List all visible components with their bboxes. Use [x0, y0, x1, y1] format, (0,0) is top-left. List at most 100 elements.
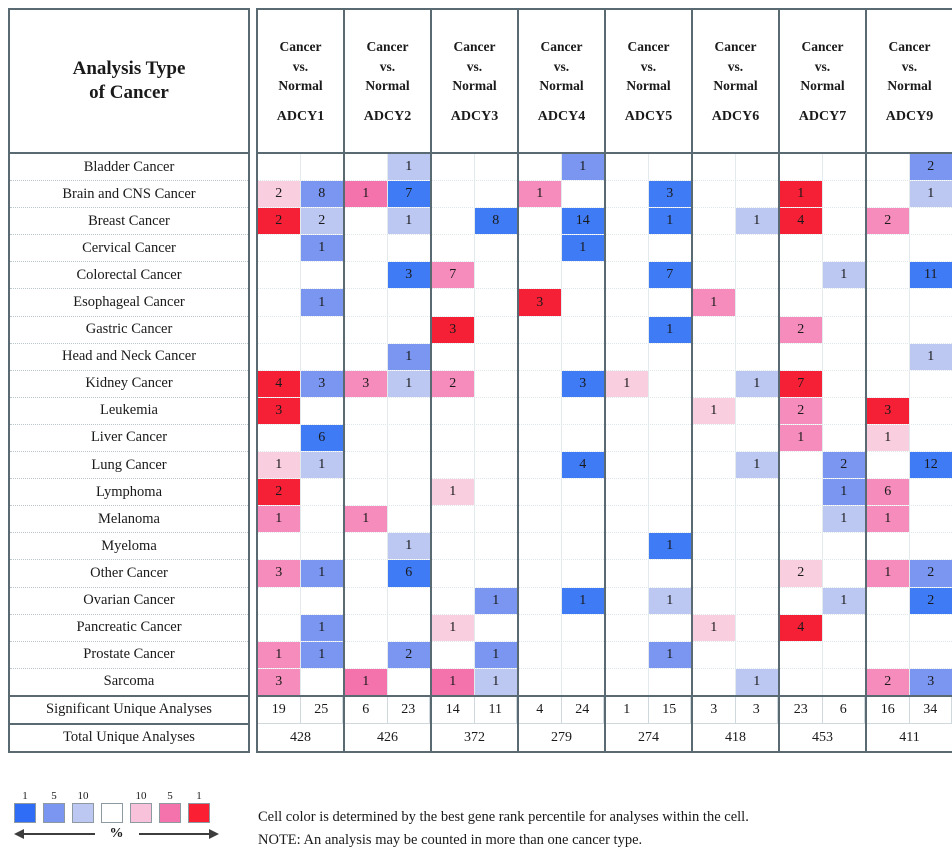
heatmap-over-cell-adcy4[interactable]	[519, 154, 562, 181]
heatmap-over-cell-adcy5[interactable]	[606, 533, 649, 560]
heatmap-cell[interactable]	[256, 532, 345, 560]
heatmap-over-cell-adcy6[interactable]	[693, 424, 736, 452]
heatmap-cell[interactable]	[517, 423, 606, 452]
heatmap-over-cell-adcy2[interactable]	[345, 316, 388, 343]
heatmap-under-cell-adcy7[interactable]	[823, 344, 866, 370]
heatmap-under-cell-adcy4[interactable]: 4	[561, 452, 604, 479]
heatmap-under-cell-adcy6[interactable]	[736, 642, 779, 668]
heatmap-under-cell-adcy6[interactable]: 1	[735, 668, 778, 695]
heatmap-over-cell-adcy3[interactable]	[432, 533, 475, 560]
heatmap-cell[interactable]	[517, 342, 606, 371]
heatmap-over-cell-adcy3[interactable]	[432, 181, 475, 208]
heatmap-cell[interactable]: 43	[256, 369, 345, 398]
heatmap-over-cell-adcy6[interactable]: 1	[693, 614, 736, 641]
heatmap-cell[interactable]	[604, 667, 693, 696]
heatmap-cell[interactable]	[865, 532, 952, 560]
gene-header-adcy1[interactable]: Cancer vs. Normal ADCY1	[256, 8, 345, 154]
heatmap-cell[interactable]	[517, 505, 606, 533]
gene-header-adcy7[interactable]: Cancer vs. Normal ADCY7	[778, 8, 867, 154]
heatmap-cell[interactable]	[430, 342, 519, 371]
heatmap-over-cell-adcy6[interactable]	[693, 587, 736, 614]
heatmap-cell[interactable]: 1	[343, 152, 432, 181]
heatmap-over-cell-adcy6[interactable]	[693, 560, 736, 587]
heatmap-cell[interactable]: 3	[517, 288, 606, 317]
heatmap-cell[interactable]	[865, 369, 952, 398]
heatmap-over-cell-adcy7[interactable]	[780, 452, 823, 479]
heatmap-under-cell-adcy9[interactable]: 11	[909, 262, 952, 289]
gene-header-adcy5[interactable]: Cancer vs. Normal ADCY5	[604, 8, 693, 154]
heatmap-over-cell-adcy2[interactable]	[345, 479, 388, 506]
heatmap-under-cell-adcy6[interactable]	[736, 289, 779, 315]
heatmap-cell[interactable]	[691, 152, 780, 181]
heatmap-cell[interactable]	[256, 315, 345, 344]
heatmap-under-cell-adcy7[interactable]: 2	[822, 452, 865, 479]
heatmap-cell[interactable]	[430, 505, 519, 533]
heatmap-over-cell-adcy1[interactable]	[258, 289, 301, 316]
heatmap-cell[interactable]: 1	[604, 532, 693, 560]
heatmap-cell[interactable]: 6	[865, 478, 952, 506]
heatmap-over-cell-adcy7[interactable]	[780, 262, 823, 289]
heatmap-over-cell-adcy3[interactable]: 1	[432, 614, 475, 641]
heatmap-under-cell-adcy3[interactable]	[475, 479, 518, 505]
heatmap-under-cell-adcy3[interactable]	[475, 506, 518, 532]
heatmap-under-cell-adcy7[interactable]	[823, 398, 866, 424]
heatmap-cell[interactable]: 1	[778, 586, 867, 615]
heatmap-cell[interactable]: 1	[691, 207, 780, 235]
heatmap-over-cell-adcy4[interactable]: 1	[519, 181, 562, 208]
heatmap-cell[interactable]	[343, 451, 432, 479]
heatmap-cell[interactable]: 11	[430, 667, 519, 696]
heatmap-cell[interactable]	[604, 505, 693, 533]
heatmap-over-cell-adcy7[interactable]: 1	[780, 424, 823, 452]
heatmap-under-cell-adcy6[interactable]	[736, 344, 779, 370]
heatmap-over-cell-adcy1[interactable]	[258, 316, 301, 343]
heatmap-under-cell-adcy4[interactable]	[562, 289, 605, 315]
heatmap-under-cell-adcy5[interactable]	[649, 669, 692, 695]
heatmap-under-cell-adcy9[interactable]: 3	[909, 668, 952, 695]
heatmap-over-cell-adcy4[interactable]	[519, 235, 562, 262]
heatmap-cell[interactable]: 2	[256, 478, 345, 506]
heatmap-cell[interactable]	[517, 559, 606, 587]
heatmap-over-cell-adcy3[interactable]: 2	[432, 370, 475, 397]
heatmap-over-cell-adcy4[interactable]	[519, 479, 562, 506]
heatmap-under-cell-adcy9[interactable]	[910, 425, 952, 451]
gene-header-adcy3[interactable]: Cancer vs. Normal ADCY3	[430, 8, 519, 154]
heatmap-under-cell-adcy2[interactable]	[388, 669, 431, 695]
heatmap-under-cell-adcy9[interactable]	[910, 479, 952, 505]
heatmap-under-cell-adcy1[interactable]: 6	[300, 424, 343, 452]
heatmap-under-cell-adcy4[interactable]: 3	[561, 370, 604, 397]
heatmap-cell[interactable]: 1	[778, 261, 867, 289]
heatmap-over-cell-adcy4[interactable]	[519, 506, 562, 533]
heatmap-under-cell-adcy4[interactable]	[562, 317, 605, 343]
heatmap-over-cell-adcy4[interactable]	[519, 614, 562, 641]
heatmap-over-cell-adcy5[interactable]	[606, 506, 649, 533]
heatmap-over-cell-adcy5[interactable]	[606, 343, 649, 370]
heatmap-over-cell-adcy2[interactable]	[345, 235, 388, 262]
heatmap-under-cell-adcy5[interactable]	[649, 344, 692, 370]
heatmap-cell[interactable]	[778, 640, 867, 669]
heatmap-under-cell-adcy9[interactable]: 12	[909, 452, 952, 479]
heatmap-under-cell-adcy2[interactable]: 6	[387, 560, 430, 587]
heatmap-over-cell-adcy6[interactable]	[693, 452, 736, 479]
heatmap-cell[interactable]: 4	[778, 613, 867, 642]
heatmap-under-cell-adcy5[interactable]	[649, 289, 692, 315]
heatmap-under-cell-adcy4[interactable]	[562, 506, 605, 532]
heatmap-cell[interactable]: 1	[343, 342, 432, 371]
heatmap-cell[interactable]	[430, 451, 519, 479]
heatmap-over-cell-adcy1[interactable]	[258, 343, 301, 370]
heatmap-under-cell-adcy4[interactable]: 1	[561, 154, 604, 181]
heatmap-under-cell-adcy3[interactable]	[475, 425, 518, 451]
heatmap-cell[interactable]	[604, 559, 693, 587]
heatmap-under-cell-adcy7[interactable]	[823, 181, 866, 207]
heatmap-cell[interactable]: 1	[691, 451, 780, 479]
heatmap-cell[interactable]: 2	[865, 586, 952, 615]
heatmap-cell[interactable]: 11	[256, 640, 345, 669]
heatmap-cell[interactable]: 1	[343, 667, 432, 696]
heatmap-over-cell-adcy4[interactable]	[519, 343, 562, 370]
heatmap-under-cell-adcy4[interactable]	[562, 344, 605, 370]
heatmap-over-cell-adcy9[interactable]: 3	[867, 397, 910, 424]
heatmap-over-cell-adcy4[interactable]	[519, 316, 562, 343]
heatmap-over-cell-adcy1[interactable]: 1	[258, 641, 301, 668]
heatmap-cell[interactable]: 1	[691, 667, 780, 696]
heatmap-over-cell-adcy9[interactable]	[867, 587, 910, 614]
heatmap-over-cell-adcy4[interactable]	[519, 262, 562, 289]
